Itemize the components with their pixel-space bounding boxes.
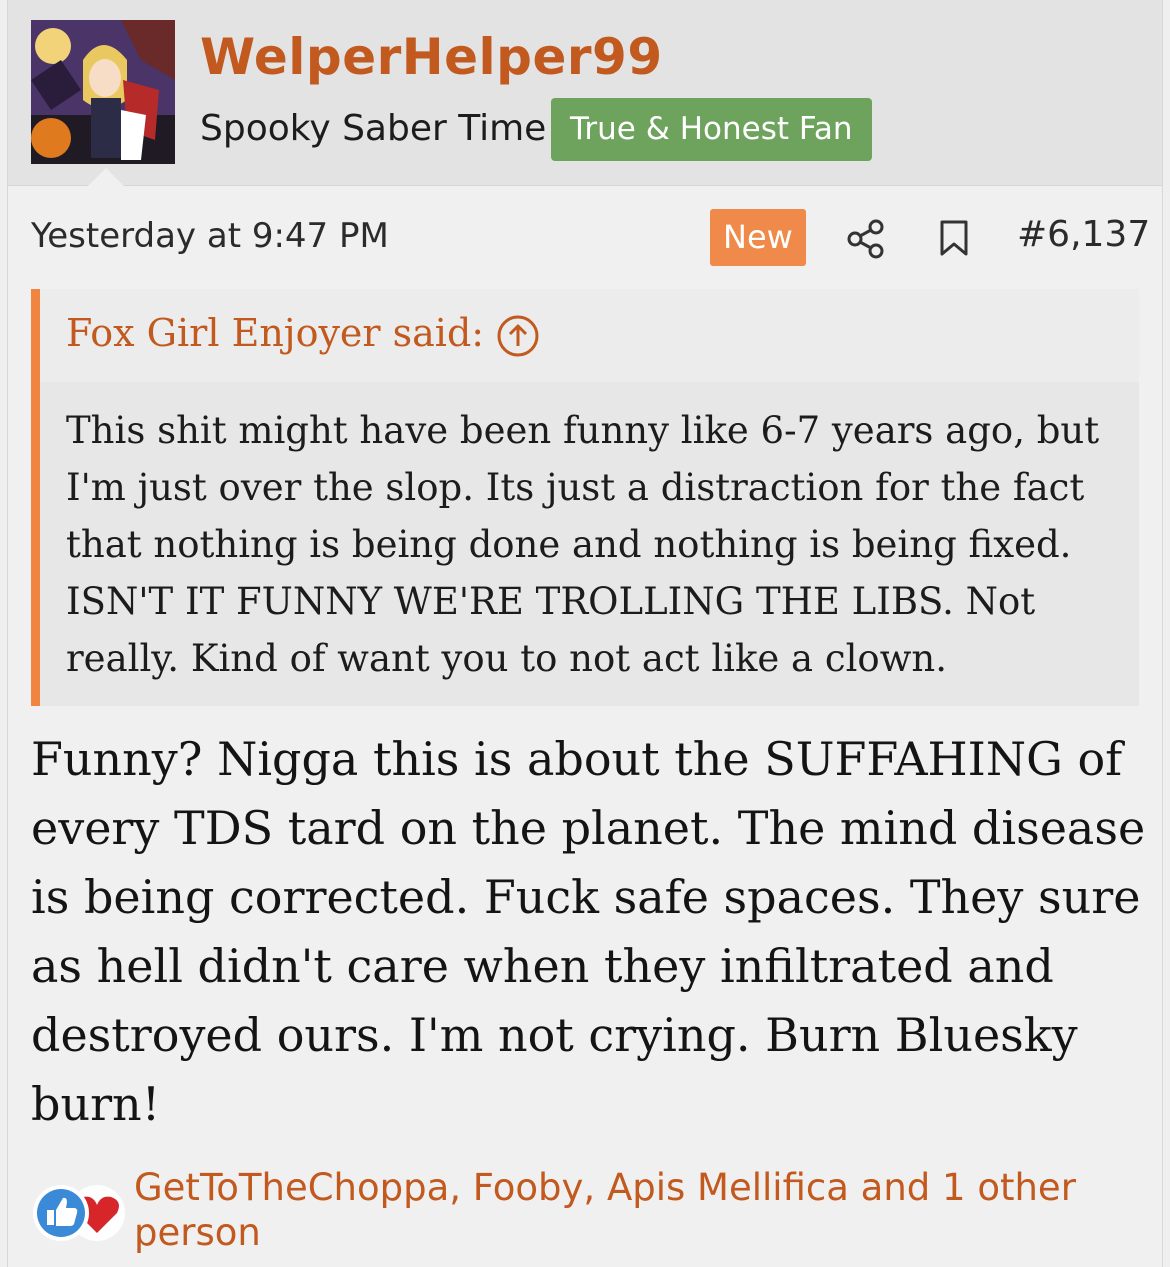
post-container: WelperHelper99 Spooky Saber Time True & … [7, 0, 1163, 1267]
user-header: WelperHelper99 Spooky Saber Time True & … [8, 0, 1162, 186]
quote-text: This shit might have been funny like 6-7… [66, 409, 1100, 680]
avatar-image [31, 20, 175, 164]
reaction-icons[interactable] [31, 1183, 131, 1243]
header-caret [88, 168, 124, 186]
like-icon [33, 1185, 89, 1241]
user-banner: True & Honest Fan [551, 98, 872, 161]
post-meta: Yesterday at 9:47 PM New #6,137 [8, 200, 1162, 276]
arrow-up-circle-icon[interactable] [496, 314, 540, 358]
quote-header: Fox Girl Enjoyer said: [40, 289, 1139, 382]
share-icon[interactable] [846, 219, 886, 259]
reaction-users[interactable]: GetToTheChoppa, Fooby, Apis Mellifica an… [134, 1165, 1094, 1255]
reactions-bar: GetToTheChoppa, Fooby, Apis Mellifica an… [31, 1165, 1151, 1265]
quote-block: Fox Girl Enjoyer said: This shit might h… [31, 289, 1139, 706]
quote-author[interactable]: Fox Girl Enjoyer said: [66, 311, 484, 355]
new-badge: New [710, 209, 806, 266]
username[interactable]: WelperHelper99 [200, 28, 663, 86]
user-avatar[interactable] [31, 20, 175, 164]
message-body: Funny? Nigga this is about the SUFFAHING… [31, 732, 1146, 1131]
post-number-link[interactable]: #6,137 [1017, 214, 1150, 255]
post-date[interactable]: Yesterday at 9:47 PM [31, 216, 389, 256]
bookmark-icon[interactable] [938, 219, 970, 257]
user-title: Spooky Saber Time [200, 108, 547, 149]
